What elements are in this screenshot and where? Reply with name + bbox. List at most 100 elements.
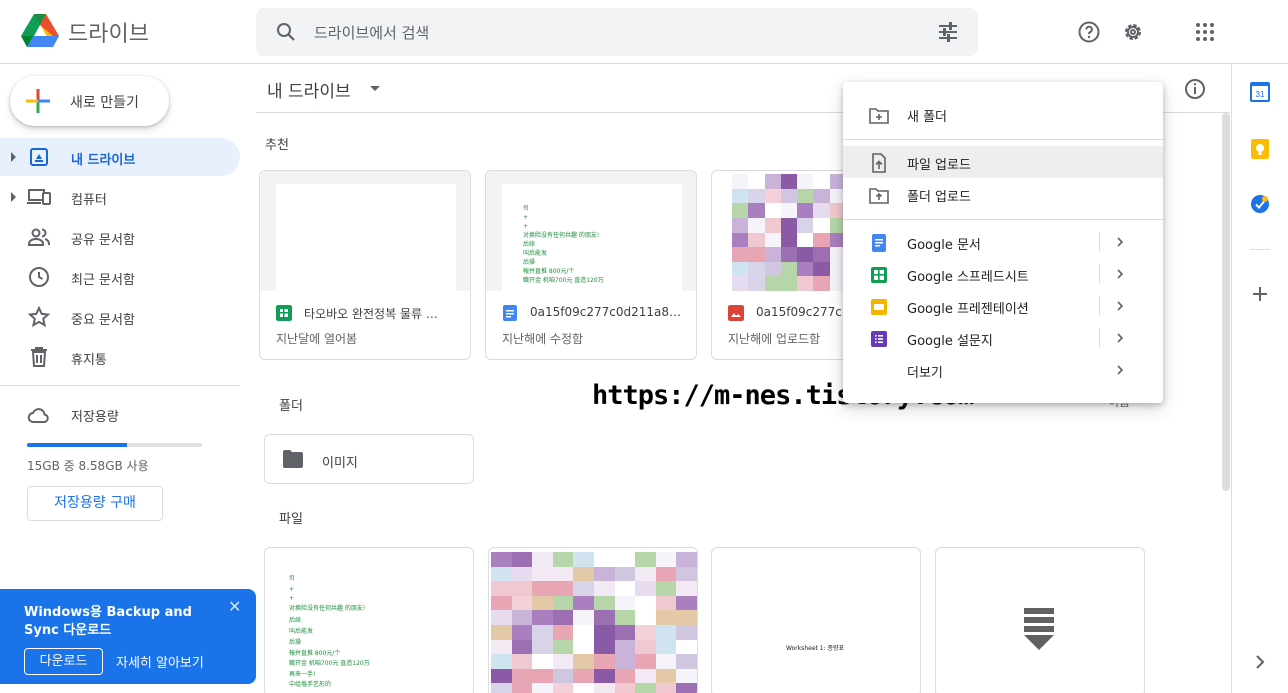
chevron-right-icon[interactable]: [1113, 235, 1127, 249]
help-icon[interactable]: [1077, 20, 1101, 44]
file-card[interactable]: 뢰 + + 对换险没有任何共趣 的朋友! 后续 叫后能发 后操 報并直推 800…: [264, 547, 474, 693]
cloud-icon: [27, 408, 49, 423]
mosaic-tile: [614, 668, 636, 684]
menu-item-label: Google 스프레드시트: [907, 270, 1029, 285]
sidebar-item-recent[interactable]: 최근 문서함: [0, 258, 240, 296]
my-drive-icon: [30, 148, 48, 166]
buy-storage-button[interactable]: 저장용량 구매: [27, 486, 163, 521]
menu-item-google-forms[interactable]: Google 설문지: [843, 322, 1163, 354]
mosaic-tile: [594, 683, 615, 693]
suggested-file-card[interactable]: 타오바오 완전정복 물류 … 지난달에 열어봄: [259, 170, 471, 360]
mosaic-tile: [676, 581, 697, 596]
file-card[interactable]: Worksheet 1: 종량표: [711, 547, 921, 693]
mosaic-tile: [655, 595, 677, 611]
caret-down-icon[interactable]: [370, 86, 380, 91]
chevron-right-icon[interactable]: [1113, 331, 1127, 345]
image-file-icon: [728, 305, 744, 321]
file-card[interactable]: [488, 547, 698, 693]
mosaic-tile: [676, 610, 697, 625]
new-button[interactable]: 새로 만들기: [10, 76, 169, 126]
sidebar-item-computers[interactable]: 컴퓨터: [0, 178, 240, 216]
mosaic-tile: [797, 232, 814, 248]
mosaic-tile: [797, 276, 814, 291]
app-title[interactable]: 드라이브: [68, 16, 149, 48]
chevron-right-icon[interactable]: [1250, 652, 1270, 672]
search-options-icon[interactable]: [936, 20, 960, 44]
mosaic-tile: [748, 188, 765, 204]
toast-download-button[interactable]: 다운로드: [24, 648, 103, 675]
mosaic-tile: [797, 174, 814, 189]
file-card[interactable]: [935, 547, 1145, 693]
info-icon[interactable]: [1183, 77, 1207, 101]
mosaic-tile: [573, 668, 594, 684]
new-menu-dropdown: 새 폴더 파일 업로드 폴더 업로드 Google 문서 Google 스프레드…: [843, 82, 1163, 403]
mosaic-tile: [594, 668, 615, 684]
menu-item-more[interactable]: 더보기: [843, 354, 1163, 386]
mosaic-tile: [594, 639, 615, 655]
download-archive-icon: [1024, 608, 1054, 650]
thumb-text-line: 職开金 机咱700元 直造120万: [289, 660, 370, 667]
menu-item-google-slides[interactable]: Google 프레젠테이션: [843, 290, 1163, 322]
mosaic-tile: [676, 639, 697, 655]
mosaic-tile: [655, 610, 677, 625]
page-title[interactable]: 내 드라이브: [267, 77, 351, 102]
mosaic-tile: [732, 203, 749, 218]
expand-arrow-icon[interactable]: [11, 192, 16, 202]
menu-item-google-docs[interactable]: Google 문서: [843, 226, 1163, 258]
sidebar-item-my-drive[interactable]: 내 드라이브: [0, 138, 240, 176]
menu-separator: [1099, 264, 1100, 284]
folder-name: 이미지: [322, 456, 358, 471]
mosaic-tile: [764, 174, 781, 189]
calendar-icon[interactable]: 31: [1250, 82, 1270, 102]
apps-grid-icon[interactable]: [1193, 20, 1217, 44]
storage-label[interactable]: 저장용량: [71, 406, 119, 425]
mosaic-tile: [655, 566, 677, 582]
suggested-file-card[interactable]: 뢰 + + 对换险没有任何共趣 的朋友! 后续 叫后能发 后操 報并直推 800…: [485, 170, 697, 360]
menu-item-label: 새 폴더: [907, 110, 948, 125]
mosaic-tile: [635, 668, 656, 684]
sidebar-item-label: 공유 문서함: [71, 233, 135, 248]
sidebar-item-trash[interactable]: 휴지통: [0, 338, 240, 376]
thumb-text-line: +: [289, 595, 295, 602]
menu-item-file-upload[interactable]: 파일 업로드: [843, 146, 1163, 178]
menu-item-folder-upload[interactable]: 폴더 업로드: [843, 178, 1163, 210]
tasks-icon[interactable]: [1250, 194, 1270, 214]
mosaic-tile: [676, 654, 697, 669]
toast-learn-more-link[interactable]: 자세히 알아보기: [116, 652, 204, 671]
menu-item-label: Google 설문지: [907, 334, 993, 349]
search-input[interactable]: 드라이브에서 검색: [314, 22, 429, 43]
menu-item-google-sheets[interactable]: Google 스프레드시트: [843, 258, 1163, 290]
sidebar-item-shared[interactable]: 공유 문서함: [0, 218, 240, 256]
main-scrollbar[interactable]: [1222, 113, 1230, 491]
file-thumbnail: [260, 171, 470, 291]
chevron-right-icon[interactable]: [1113, 267, 1127, 281]
chevron-right-icon[interactable]: [1113, 299, 1127, 313]
sidebar-item-label: 중요 문서함: [71, 313, 135, 328]
mosaic-tile: [732, 247, 749, 262]
thumb-text-line: 뢰: [289, 575, 295, 582]
thumb-text-line: 对换险没有任何共趣 的朋友!: [289, 605, 366, 612]
mosaic-tile: [780, 276, 797, 291]
menu-item-label: 파일 업로드: [907, 158, 971, 173]
close-icon[interactable]: ✕: [228, 597, 241, 616]
file-name: 0a15f09c277c0: [756, 305, 842, 319]
expand-arrow-icon[interactable]: [11, 152, 16, 162]
add-addon-plus-icon[interactable]: [1250, 284, 1270, 304]
mosaic-tile: [676, 595, 697, 611]
menu-item-new-folder[interactable]: 새 폴더: [843, 98, 1163, 130]
search-icon[interactable]: [274, 20, 298, 44]
chevron-right-icon[interactable]: [1113, 363, 1127, 377]
folders-heading: 폴더: [279, 399, 303, 414]
settings-gear-icon[interactable]: [1121, 20, 1145, 44]
folder-card[interactable]: 이미지: [264, 434, 474, 484]
mosaic-tile: [676, 625, 697, 640]
sidebar-item-starred[interactable]: 중요 문서함: [0, 298, 240, 336]
keep-icon[interactable]: [1250, 139, 1270, 159]
mosaic-tile: [655, 639, 677, 655]
drive-logo-icon[interactable]: [21, 14, 59, 48]
mosaic-tile: [813, 261, 830, 277]
mosaic-tile: [573, 683, 594, 693]
mosaic-tile: [614, 581, 636, 596]
search-bar[interactable]: 드라이브에서 검색: [256, 8, 978, 56]
mosaic-tile: [552, 610, 574, 625]
